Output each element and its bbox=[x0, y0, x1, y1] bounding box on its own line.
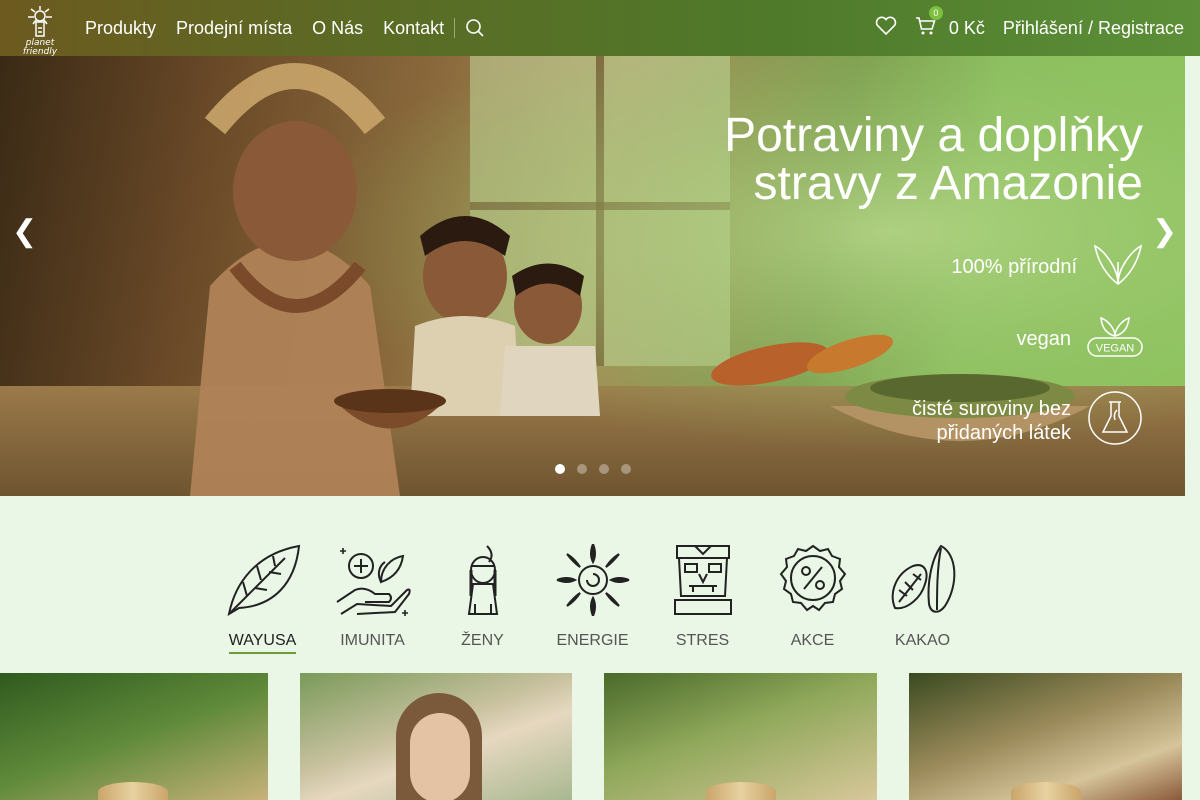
slider-next-arrow-icon[interactable]: ❯ bbox=[1152, 214, 1177, 249]
category-kakao-label: KAKAO bbox=[894, 632, 951, 649]
logo-text: planet friendly bbox=[22, 38, 58, 57]
vegan-icon: VEGAN bbox=[1087, 314, 1143, 364]
logo[interactable]: planet friendly bbox=[14, 4, 66, 57]
product-jar-image bbox=[98, 782, 168, 800]
category-akce[interactable]: AKCE bbox=[758, 544, 868, 652]
product-card-4[interactable] bbox=[909, 673, 1182, 800]
slider-prev-arrow-icon[interactable]: ❮ bbox=[12, 214, 37, 249]
feature-vegan-label: vegan bbox=[1016, 328, 1072, 350]
slider-dot-1[interactable] bbox=[555, 464, 565, 474]
hand-plant-icon bbox=[335, 548, 411, 616]
category-akce-label: AKCE bbox=[790, 632, 835, 649]
category-zeny-label: ŽENY bbox=[461, 632, 504, 649]
category-wayusa-label: WAYUSA bbox=[228, 632, 297, 654]
product-card-3[interactable] bbox=[604, 673, 877, 800]
category-zeny[interactable]: ŽENY bbox=[428, 544, 538, 652]
category-nav: WAYUSA IMUNITA ŽENY ENERGIE STRES AKCE K… bbox=[0, 496, 1185, 673]
main-nav: Produkty Prodejní místa O Nás Kontakt bbox=[85, 0, 485, 56]
tree-logo-icon bbox=[28, 6, 52, 37]
nav-item-kontakt[interactable]: Kontakt bbox=[383, 18, 444, 39]
nav-item-o-nas[interactable]: O Nás bbox=[312, 18, 363, 39]
slider-pagination bbox=[555, 464, 631, 474]
slider-dot-4[interactable] bbox=[621, 464, 631, 474]
slider-dot-3[interactable] bbox=[599, 464, 609, 474]
feature-natural: 100% přírodní bbox=[951, 242, 1143, 292]
nav-item-produkty[interactable]: Produkty bbox=[85, 18, 156, 39]
product-model-face bbox=[410, 713, 470, 800]
nav-divider bbox=[454, 18, 456, 38]
leaf-icon bbox=[1093, 242, 1143, 292]
category-energie-label: ENERGIE bbox=[556, 632, 629, 649]
cart-count-badge: 0 bbox=[928, 5, 943, 20]
category-imunita-label: IMUNITA bbox=[340, 632, 405, 649]
woman-icon bbox=[467, 545, 498, 615]
hero-slider: Potraviny a doplňky stravy z Amazonie 10… bbox=[0, 56, 1185, 496]
sun-icon bbox=[556, 544, 629, 616]
feature-pure-label: čisté suroviny bez přidaných látek bbox=[912, 397, 1071, 445]
hero-title: Potraviny a doplňky stravy z Amazonie bbox=[724, 112, 1143, 208]
flask-icon bbox=[1087, 390, 1143, 452]
search-icon[interactable] bbox=[465, 18, 485, 38]
nav-item-prodejni-mista[interactable]: Prodejní místa bbox=[176, 18, 292, 39]
category-stres[interactable]: STRES bbox=[648, 544, 758, 652]
feature-natural-label: 100% přírodní bbox=[951, 256, 1077, 278]
hero-title-line2: stravy z Amazonie bbox=[753, 157, 1143, 210]
header-actions: 0 0 Kč Přihlášení / Registrace bbox=[875, 0, 1184, 56]
category-kakao[interactable]: KAKAO bbox=[868, 544, 978, 652]
category-imunita[interactable]: IMUNITA bbox=[318, 544, 428, 652]
product-jar-image bbox=[706, 782, 776, 800]
product-jar-image bbox=[1011, 782, 1081, 800]
feature-pure: čisté suroviny bez přidaných látek bbox=[912, 390, 1143, 452]
product-card-1[interactable] bbox=[0, 673, 268, 800]
cart-button[interactable]: 0 0 Kč bbox=[915, 5, 985, 41]
login-register-link[interactable]: Přihlášení / Registrace bbox=[1003, 18, 1184, 39]
vegan-icon-text: VEGAN bbox=[1096, 343, 1135, 355]
percent-badge-icon bbox=[779, 544, 846, 612]
cart-total: 0 Kč bbox=[948, 17, 985, 38]
category-stres-label: STRES bbox=[675, 632, 730, 649]
site-header: planet friendly Produkty Prodejní místa … bbox=[0, 0, 1200, 57]
hero-title-line1: Potraviny a doplňky bbox=[724, 109, 1143, 162]
feature-vegan: vegan VEGAN bbox=[1017, 314, 1144, 364]
category-wayusa[interactable]: WAYUSA bbox=[208, 544, 318, 654]
category-energie[interactable]: ENERGIE bbox=[538, 544, 648, 652]
product-card-2[interactable] bbox=[300, 673, 572, 800]
totem-icon bbox=[673, 545, 732, 615]
slider-dot-2[interactable] bbox=[577, 464, 587, 474]
feature-pure-line2: přidaných látek bbox=[936, 422, 1071, 444]
leaf-icon bbox=[227, 544, 300, 616]
cacao-pod-icon bbox=[891, 544, 955, 613]
heart-icon[interactable] bbox=[875, 16, 897, 41]
feature-pure-line1: čisté suroviny bez bbox=[912, 398, 1071, 420]
